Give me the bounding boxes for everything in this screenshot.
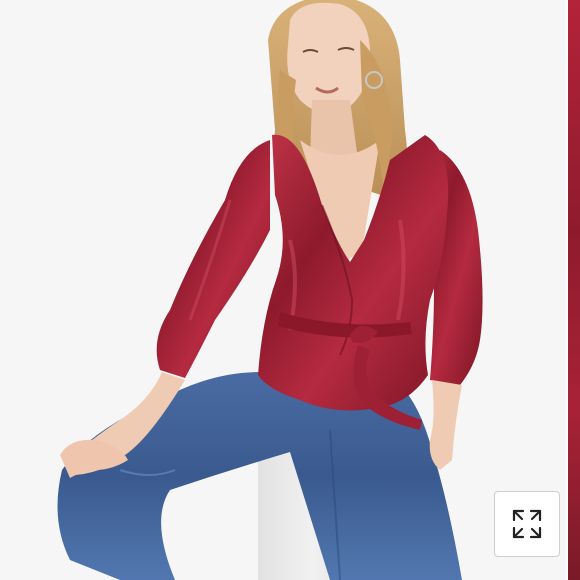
face — [287, 2, 371, 114]
next-image-peek[interactable] — [568, 0, 580, 580]
right-forearm — [429, 380, 462, 470]
left-sleeve — [156, 140, 270, 378]
product-image-stage — [0, 0, 580, 580]
product-photo — [57, 0, 483, 580]
expand-arrows-icon — [512, 509, 542, 539]
expand-button[interactable] — [494, 491, 560, 557]
